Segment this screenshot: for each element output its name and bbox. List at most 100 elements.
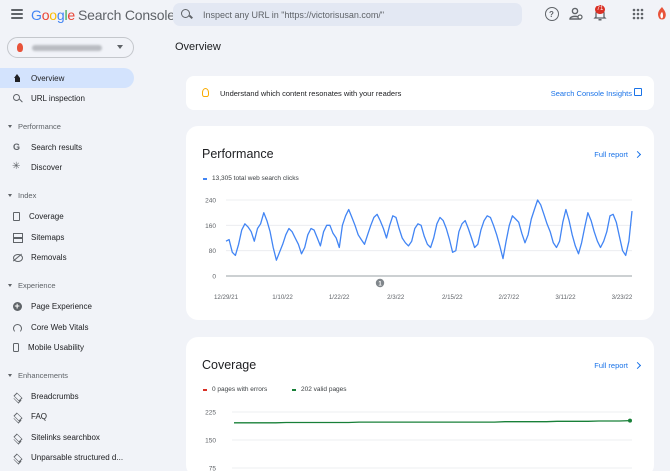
insights-text: Understand which content resonates with … bbox=[220, 89, 402, 98]
x-tick-label: 2/3/22 bbox=[387, 294, 405, 301]
logo-letter: e bbox=[67, 7, 75, 23]
sidebar-item-label: Overview bbox=[31, 73, 65, 83]
sidebar-item-overview[interactable]: Overview bbox=[0, 68, 134, 88]
y-tick-label: 80 bbox=[209, 248, 217, 255]
sidebar-item-label: Page Experience bbox=[31, 301, 92, 311]
layers-icon bbox=[13, 412, 22, 421]
sidebar-item-search-results[interactable]: G Search results bbox=[0, 137, 134, 157]
x-tick-label: 1/22/22 bbox=[329, 294, 350, 301]
page-title: Overview bbox=[175, 41, 221, 53]
sidebar-item-faq[interactable]: FAQ bbox=[0, 406, 134, 426]
logo-letter: G bbox=[31, 7, 42, 23]
section-label: Experience bbox=[18, 280, 56, 290]
clicks-series-line bbox=[225, 199, 633, 261]
performance-card: Performance Full report 13,305 total web… bbox=[186, 126, 654, 320]
collapse-triangle-icon bbox=[8, 193, 12, 197]
url-inspect-input[interactable] bbox=[203, 9, 503, 20]
valid-pages-series-line bbox=[234, 419, 631, 424]
coverage-card: Coverage Full report 0 pages with errors… bbox=[186, 337, 654, 471]
lightbulb-icon bbox=[202, 88, 209, 97]
sidebar-item-label: Removals bbox=[31, 252, 67, 262]
search-console-insights-link[interactable]: Search Console Insights bbox=[551, 89, 632, 98]
add-circle-icon bbox=[13, 301, 22, 311]
dropdown-caret-icon bbox=[117, 45, 123, 49]
sidebar-item-label: Unparsable structured d... bbox=[31, 452, 124, 462]
sidebar-item-unparsable-structured-data[interactable]: Unparsable structured d... bbox=[0, 447, 134, 467]
google-g-icon: G bbox=[13, 141, 21, 152]
collapse-triangle-icon bbox=[8, 124, 12, 128]
section-toggle-performance[interactable]: Performance bbox=[0, 119, 61, 133]
x-tick-label: 2/27/22 bbox=[499, 294, 520, 301]
search-icon bbox=[181, 8, 193, 21]
section-label: Index bbox=[18, 190, 37, 200]
sidebar-nav: Overview URL inspection Performance G Se… bbox=[0, 30, 142, 471]
top-app-bar: GoogleSearch Console ? 71 bbox=[0, 0, 670, 30]
apps-grid-icon[interactable] bbox=[631, 7, 645, 21]
sidebar-item-page-experience[interactable]: Page Experience bbox=[0, 296, 134, 316]
x-tick-label: 1/10/22 bbox=[272, 294, 293, 301]
y-tick-label: 225 bbox=[205, 410, 216, 417]
sidebar-item-removals[interactable]: Removals bbox=[0, 247, 134, 267]
search-icon bbox=[13, 93, 22, 103]
sidebar-item-label: Sitelinks searchbox bbox=[31, 432, 100, 442]
y-tick-label: 240 bbox=[205, 198, 216, 205]
search-console-logo[interactable]: Google Search Console bbox=[31, 7, 175, 23]
site-favicon-icon bbox=[17, 43, 23, 52]
manage-users-icon[interactable] bbox=[569, 7, 583, 21]
layers-icon bbox=[13, 433, 22, 442]
x-tick-label: 12/29/21 bbox=[214, 294, 239, 301]
sidebar-item-label: Search results bbox=[31, 142, 83, 152]
svg-text:?: ? bbox=[549, 10, 554, 19]
sidebar-item-label: FAQ bbox=[31, 411, 48, 421]
y-tick-label: 75 bbox=[209, 466, 217, 471]
property-name-redacted bbox=[32, 44, 102, 51]
sidebar-item-label: Core Web Vitals bbox=[31, 322, 89, 332]
section-label: Enhancements bbox=[18, 370, 69, 380]
layers-icon bbox=[13, 392, 22, 401]
logo-letter: o bbox=[49, 7, 57, 23]
speed-gauge-icon bbox=[13, 323, 22, 333]
coverage-pages-chart: 75 150 225 bbox=[205, 410, 632, 471]
y-tick-label: 150 bbox=[205, 438, 216, 445]
section-label: Performance bbox=[18, 121, 61, 131]
sidebar-item-core-web-vitals[interactable]: Core Web Vitals bbox=[0, 317, 134, 337]
sidebar-item-label: Discover bbox=[31, 162, 63, 172]
document-copy-icon bbox=[13, 211, 20, 221]
help-icon[interactable]: ? bbox=[545, 7, 559, 21]
home-icon bbox=[13, 73, 22, 83]
discover-asterisk-icon bbox=[12, 161, 22, 172]
layers-icon bbox=[13, 453, 22, 462]
collapse-triangle-icon bbox=[8, 283, 12, 287]
account-avatar-icon[interactable] bbox=[655, 6, 669, 22]
sidebar-item-label: URL inspection bbox=[31, 93, 85, 103]
sidebar-item-discover[interactable]: Discover bbox=[0, 157, 134, 177]
sidebar-item-mobile-usability[interactable]: Mobile Usability bbox=[0, 337, 134, 357]
property-selector-dropdown[interactable] bbox=[7, 37, 134, 58]
sidebar-item-url-inspection[interactable]: URL inspection bbox=[0, 88, 134, 108]
sidebar-item-label: Coverage bbox=[29, 211, 64, 221]
hamburger-menu-icon[interactable] bbox=[11, 9, 23, 19]
sidebar-item-label: Breadcrumbs bbox=[31, 391, 79, 401]
valid-pages-endpoint bbox=[628, 418, 632, 423]
sidebar-item-sitemaps[interactable]: Sitemaps bbox=[0, 227, 134, 247]
sitemap-icon bbox=[13, 232, 23, 243]
x-tick-label: 3/11/22 bbox=[555, 294, 576, 301]
section-toggle-enhancements[interactable]: Enhancements bbox=[0, 368, 68, 382]
open-in-new-icon[interactable] bbox=[634, 88, 642, 96]
notification-count-badge: 71 bbox=[595, 5, 605, 14]
sidebar-item-sitelinks-searchbox[interactable]: Sitelinks searchbox bbox=[0, 427, 134, 447]
x-tick-label: 2/15/22 bbox=[442, 294, 463, 301]
y-tick-label: 160 bbox=[205, 223, 216, 230]
y-tick-label: 0 bbox=[212, 274, 216, 281]
insights-banner: Understand which content resonates with … bbox=[186, 76, 654, 110]
section-toggle-index[interactable]: Index bbox=[0, 188, 36, 202]
sidebar-item-label: Sitemaps bbox=[31, 232, 65, 242]
sidebar-item-breadcrumbs[interactable]: Breadcrumbs bbox=[0, 386, 134, 406]
performance-clicks-chart: 0 80 160 240 12/29/21 1/10/22 1/22/22 2/3/22 2/1… bbox=[205, 198, 633, 302]
sidebar-item-coverage[interactable]: Coverage bbox=[0, 206, 134, 226]
collapse-triangle-icon bbox=[8, 373, 12, 377]
sidebar-item-label: Mobile Usability bbox=[28, 342, 85, 352]
url-inspection-search-bar[interactable] bbox=[173, 3, 522, 26]
section-toggle-experience[interactable]: Experience bbox=[0, 278, 56, 292]
product-name: Search Console bbox=[78, 7, 175, 23]
